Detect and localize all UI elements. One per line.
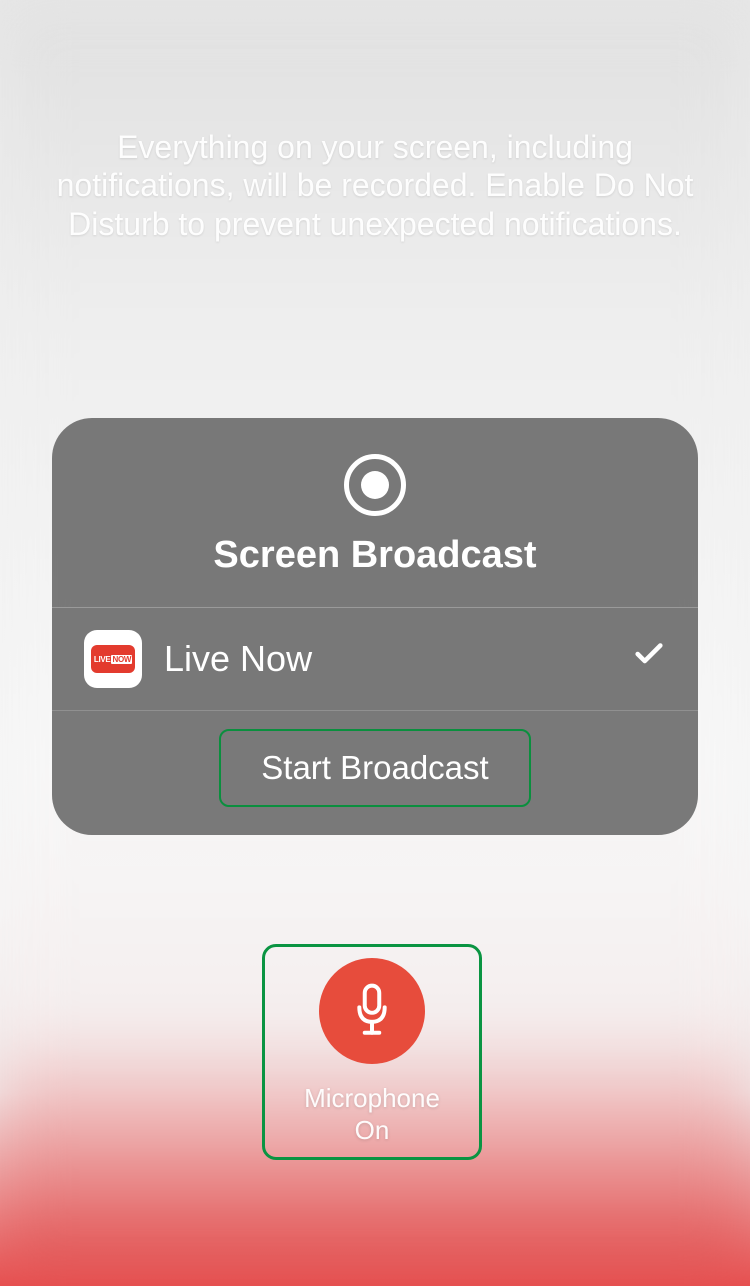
live-now-app-icon: LIVENOW <box>84 630 142 688</box>
checkmark-icon <box>632 637 666 681</box>
app-icon-text-right: NOW <box>111 655 132 664</box>
app-icon-text-left: LIVE <box>94 655 111 664</box>
broadcast-target-option[interactable]: LIVENOW Live Now <box>52 607 698 711</box>
panel-title: Screen Broadcast <box>213 534 536 577</box>
start-broadcast-button[interactable]: Start Broadcast <box>219 729 530 807</box>
panel-header: Screen Broadcast <box>52 418 698 607</box>
broadcast-target-label: Live Now <box>164 638 610 680</box>
microphone-label-line1: Microphone <box>304 1083 440 1113</box>
microphone-toggle-button[interactable]: Microphone On <box>262 944 482 1160</box>
recording-warning-text: Everything on your screen, including not… <box>50 128 700 243</box>
record-icon <box>344 454 406 516</box>
record-icon-dot <box>361 471 389 499</box>
microphone-label: Microphone On <box>304 1082 440 1147</box>
panel-footer: Start Broadcast <box>52 711 698 835</box>
microphone-label-line2: On <box>355 1115 390 1145</box>
microphone-icon <box>319 958 425 1064</box>
screen-broadcast-panel: Screen Broadcast LIVENOW Live Now Start … <box>52 418 698 835</box>
